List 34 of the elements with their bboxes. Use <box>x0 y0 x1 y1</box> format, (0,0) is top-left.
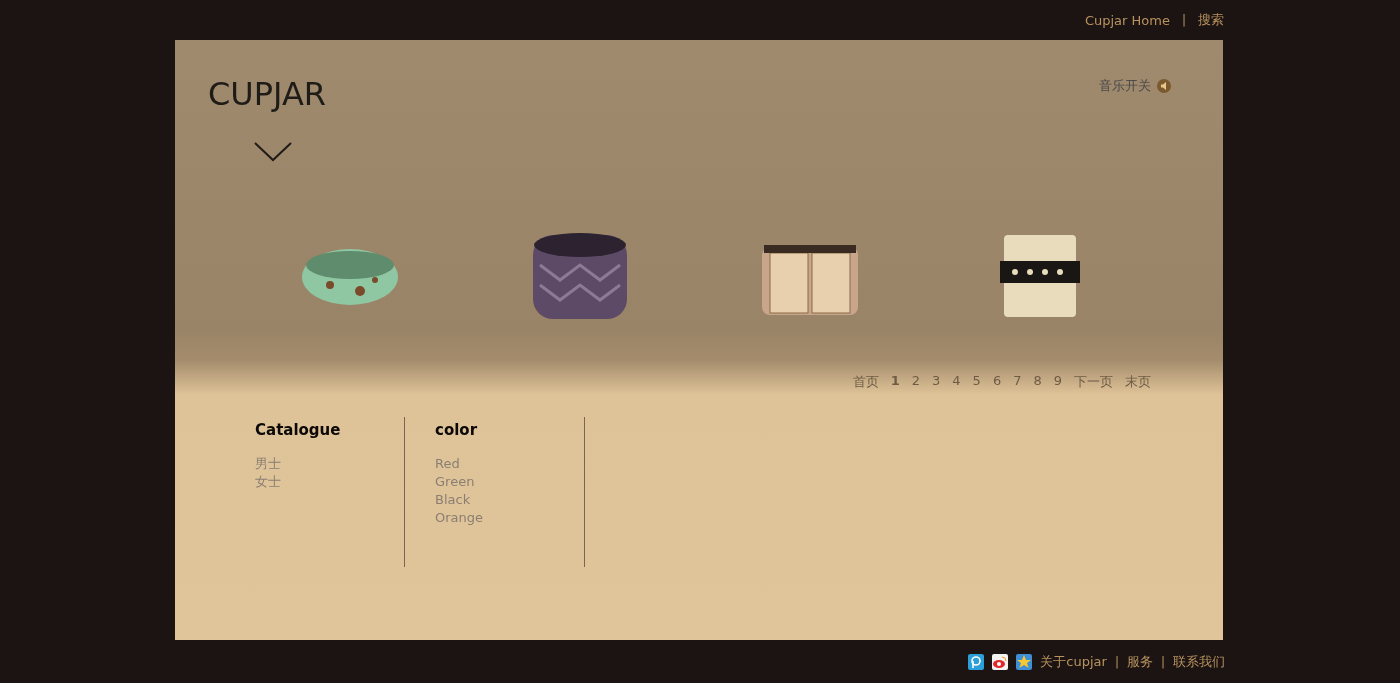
page-link[interactable]: 3 <box>932 373 941 391</box>
page-link[interactable]: 1 <box>890 373 900 391</box>
speaker-icon[interactable] <box>1157 79 1171 93</box>
filter-link[interactable]: Green <box>435 473 584 491</box>
page-link[interactable]: 7 <box>1013 373 1022 391</box>
top-link[interactable]: Cupjar Home <box>1084 12 1170 28</box>
filter-link[interactable]: Black <box>435 491 584 509</box>
chevron-down-icon[interactable] <box>254 142 292 162</box>
footer-link[interactable]: 关于cupjar <box>1040 652 1107 671</box>
eye-logo-icon[interactable] <box>992 653 1009 670</box>
filter-heading: Catalogue <box>255 421 342 439</box>
page-link[interactable]: 6 <box>992 373 1002 391</box>
separator: | <box>1160 654 1165 669</box>
filter-link[interactable]: 女士 <box>255 473 404 491</box>
page-link[interactable]: 5 <box>972 373 981 391</box>
first-page-link[interactable]: 首页 <box>852 373 879 391</box>
music-toggle-link[interactable]: 音乐开关 <box>1099 77 1151 95</box>
separator: | <box>1181 13 1186 27</box>
top-link[interactable]: 搜索 <box>1198 11 1224 29</box>
page-link[interactable]: 2 <box>911 373 921 391</box>
filter-link[interactable]: Orange <box>435 509 584 527</box>
star-icon[interactable] <box>1016 653 1033 670</box>
p-logo-icon[interactable] <box>968 653 985 670</box>
filter-link[interactable]: 男士 <box>255 455 404 473</box>
last-page-link[interactable]: 末页 <box>1125 373 1151 391</box>
brand-logo: CUPJAR <box>208 78 327 110</box>
separator: | <box>1114 654 1119 669</box>
page-link[interactable]: 8 <box>1033 373 1042 391</box>
filter-link[interactable]: Red <box>435 455 584 473</box>
footer-link[interactable]: 联系我们 <box>1173 652 1225 671</box>
footer-link[interactable]: 服务 <box>1126 652 1153 671</box>
filter-heading: color <box>435 421 479 439</box>
page-link[interactable]: 4 <box>952 373 961 391</box>
page-link[interactable]: 9 <box>1053 373 1062 391</box>
